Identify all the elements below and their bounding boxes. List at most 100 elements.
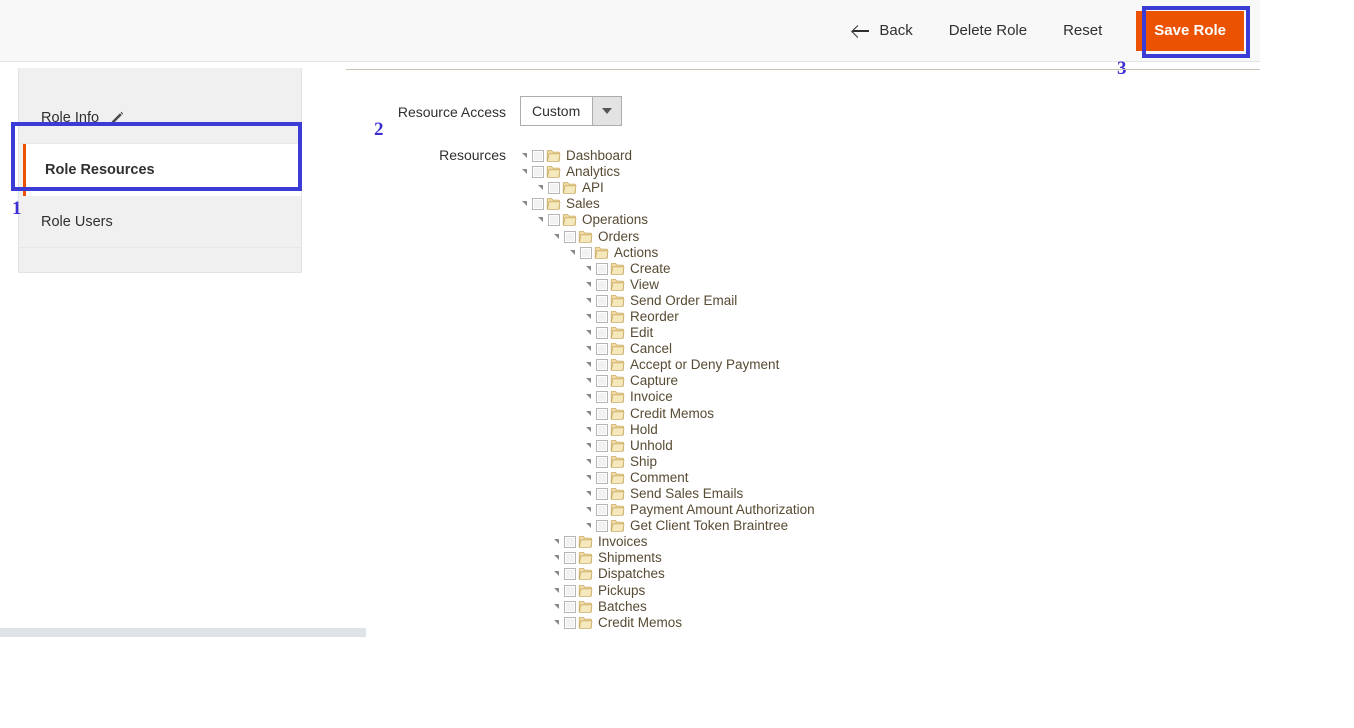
triangle-right-icon[interactable] bbox=[584, 473, 594, 483]
triangle-right-icon[interactable] bbox=[552, 569, 562, 579]
tab-role-info[interactable]: Role Info bbox=[19, 92, 301, 144]
tree-node[interactable]: Operations bbox=[520, 212, 815, 228]
tree-node-checkbox[interactable] bbox=[596, 375, 608, 388]
triangle-right-icon[interactable] bbox=[584, 344, 594, 354]
tree-node[interactable]: Hold bbox=[520, 422, 815, 438]
pencil-icon[interactable] bbox=[110, 111, 124, 125]
tree-node-checkbox[interactable] bbox=[564, 584, 576, 597]
tab-role-resources[interactable]: Role Resources bbox=[23, 144, 301, 196]
tree-node[interactable]: Accept or Deny Payment bbox=[520, 357, 815, 373]
tree-node[interactable]: Orders bbox=[520, 228, 815, 244]
tree-node[interactable]: View bbox=[520, 277, 815, 293]
triangle-right-icon[interactable] bbox=[584, 425, 594, 435]
triangle-right-icon[interactable] bbox=[552, 553, 562, 563]
reset-button[interactable]: Reset bbox=[1045, 14, 1120, 48]
tree-node-checkbox[interactable] bbox=[564, 230, 576, 243]
tree-node[interactable]: Credit Memos bbox=[520, 406, 815, 422]
triangle-right-icon[interactable] bbox=[536, 183, 546, 193]
tree-node[interactable]: Invoices bbox=[520, 534, 815, 550]
triangle-right-icon[interactable] bbox=[584, 489, 594, 499]
tree-node-checkbox[interactable] bbox=[596, 471, 608, 484]
resource-access-dropdown-toggle[interactable] bbox=[592, 97, 622, 125]
triangle-right-icon[interactable] bbox=[584, 392, 594, 402]
resource-access-select[interactable]: Custom bbox=[520, 96, 623, 126]
triangle-right-icon[interactable] bbox=[520, 199, 530, 209]
tree-node-checkbox[interactable] bbox=[564, 568, 576, 581]
tree-node-checkbox[interactable] bbox=[596, 423, 608, 436]
tree-node-checkbox[interactable] bbox=[580, 246, 592, 259]
tree-node-checkbox[interactable] bbox=[532, 198, 544, 211]
triangle-right-icon[interactable] bbox=[584, 441, 594, 451]
tree-node[interactable]: Send Sales Emails bbox=[520, 486, 815, 502]
tree-node-checkbox[interactable] bbox=[548, 214, 560, 227]
tree-node-checkbox[interactable] bbox=[564, 600, 576, 613]
save-role-button[interactable]: Save Role bbox=[1136, 11, 1244, 51]
triangle-right-icon[interactable] bbox=[584, 328, 594, 338]
triangle-right-icon[interactable] bbox=[584, 360, 594, 370]
tree-node-checkbox[interactable] bbox=[596, 488, 608, 501]
tree-node-checkbox[interactable] bbox=[596, 520, 608, 533]
triangle-right-icon[interactable] bbox=[584, 505, 594, 515]
tree-node-checkbox[interactable] bbox=[596, 359, 608, 372]
triangle-right-icon[interactable] bbox=[584, 521, 594, 531]
tree-node[interactable]: Shipments bbox=[520, 550, 815, 566]
tree-node[interactable]: Actions bbox=[520, 245, 815, 261]
tree-node[interactable]: Capture bbox=[520, 373, 815, 389]
triangle-right-icon[interactable] bbox=[584, 312, 594, 322]
tree-node-checkbox[interactable] bbox=[596, 310, 608, 323]
tree-node-checkbox[interactable] bbox=[596, 262, 608, 275]
triangle-right-icon[interactable] bbox=[520, 167, 530, 177]
tree-node-checkbox[interactable] bbox=[532, 150, 544, 163]
triangle-right-icon[interactable] bbox=[584, 409, 594, 419]
tree-node[interactable]: Comment bbox=[520, 470, 815, 486]
tree-node-checkbox[interactable] bbox=[596, 327, 608, 340]
tree-node[interactable]: Dispatches bbox=[520, 566, 815, 582]
tree-node-checkbox[interactable] bbox=[596, 343, 608, 356]
back-button[interactable]: Back bbox=[841, 14, 930, 48]
tree-node[interactable]: Credit Memos bbox=[520, 615, 815, 631]
tree-node[interactable]: API bbox=[520, 180, 815, 196]
tree-node-checkbox[interactable] bbox=[548, 182, 560, 195]
tree-node[interactable]: Get Client Token Braintree bbox=[520, 518, 815, 534]
triangle-right-icon[interactable] bbox=[552, 618, 562, 628]
tree-node[interactable]: Cancel bbox=[520, 341, 815, 357]
triangle-right-icon[interactable] bbox=[584, 264, 594, 274]
horizontal-scrollbar[interactable] bbox=[0, 628, 366, 637]
triangle-right-icon[interactable] bbox=[584, 457, 594, 467]
tree-node-checkbox[interactable] bbox=[564, 552, 576, 565]
tree-node[interactable]: Analytics bbox=[520, 164, 815, 180]
tree-node[interactable]: Send Order Email bbox=[520, 293, 815, 309]
tree-node-checkbox[interactable] bbox=[596, 504, 608, 517]
tree-node-checkbox[interactable] bbox=[564, 536, 576, 549]
triangle-right-icon[interactable] bbox=[552, 586, 562, 596]
tab-role-users[interactable]: Role Users bbox=[19, 196, 301, 248]
triangle-right-icon[interactable] bbox=[520, 151, 530, 161]
tree-node-checkbox[interactable] bbox=[596, 455, 608, 468]
triangle-right-icon[interactable] bbox=[584, 376, 594, 386]
tree-node[interactable]: Sales bbox=[520, 196, 815, 212]
triangle-right-icon[interactable] bbox=[552, 537, 562, 547]
tree-node[interactable]: Edit bbox=[520, 325, 815, 341]
tree-node[interactable]: Pickups bbox=[520, 583, 815, 599]
tree-node-checkbox[interactable] bbox=[596, 407, 608, 420]
tree-node[interactable]: Reorder bbox=[520, 309, 815, 325]
tree-node-checkbox[interactable] bbox=[596, 278, 608, 291]
delete-role-button[interactable]: Delete Role bbox=[931, 14, 1045, 48]
tree-node[interactable]: Invoice bbox=[520, 389, 815, 405]
triangle-right-icon[interactable] bbox=[552, 602, 562, 612]
tree-node-checkbox[interactable] bbox=[596, 294, 608, 307]
tree-node[interactable]: Create bbox=[520, 261, 815, 277]
tree-node[interactable]: Payment Amount Authorization bbox=[520, 502, 815, 518]
triangle-right-icon[interactable] bbox=[552, 232, 562, 242]
tree-node[interactable]: Unhold bbox=[520, 438, 815, 454]
triangle-right-icon[interactable] bbox=[584, 280, 594, 290]
tree-node-checkbox[interactable] bbox=[596, 439, 608, 452]
triangle-right-icon[interactable] bbox=[568, 248, 578, 258]
tree-node-checkbox[interactable] bbox=[596, 391, 608, 404]
triangle-right-icon[interactable] bbox=[536, 215, 546, 225]
tree-node[interactable]: Batches bbox=[520, 599, 815, 615]
tree-node[interactable]: Dashboard bbox=[520, 148, 815, 164]
tree-node[interactable]: Ship bbox=[520, 454, 815, 470]
tree-node-checkbox[interactable] bbox=[564, 616, 576, 629]
tree-node-checkbox[interactable] bbox=[532, 166, 544, 179]
